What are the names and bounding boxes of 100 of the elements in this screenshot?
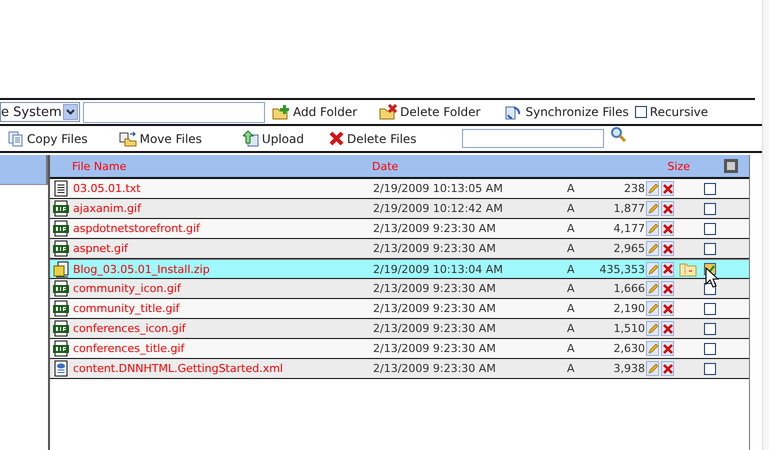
pencil-icon	[648, 343, 658, 354]
delete-icon	[662, 204, 672, 214]
row-checkbox[interactable]	[704, 322, 716, 334]
file-size: 435,353	[598, 262, 645, 276]
row-checkbox[interactable]	[704, 242, 716, 254]
file-action-button[interactable]: Copy Files	[8, 130, 88, 146]
file-size: 1,510	[612, 322, 645, 335]
row-checkbox[interactable]	[704, 362, 716, 374]
delete-icon	[662, 184, 672, 194]
delete-icon	[662, 264, 672, 274]
delete-button[interactable]	[661, 301, 674, 316]
file-attribute: A	[567, 202, 576, 215]
archive-file-icon	[52, 260, 70, 278]
file-date: 2/13/2009 9:23:30 AM	[372, 362, 497, 375]
file-attribute: A	[567, 182, 576, 195]
toolbar-button[interactable]: Synchronize Files	[504, 104, 629, 120]
rename-button[interactable]	[646, 221, 659, 236]
delete-button[interactable]	[661, 221, 674, 236]
toolbar-button[interactable]: Delete Folder	[379, 104, 480, 120]
image-file-icon	[53, 280, 69, 297]
delete-button[interactable]	[661, 201, 674, 216]
file-row[interactable]: community_icon.gif 2/13/2009 9:23:30 AM A 1,666	[50, 279, 749, 299]
delete-icon	[662, 304, 672, 314]
delete-button[interactable]	[661, 181, 674, 196]
rename-button[interactable]	[646, 361, 659, 376]
move-icon	[118, 130, 137, 146]
file-attribute: A	[567, 282, 576, 295]
file-row[interactable]: 03.05.01.txt 2/19/2009 10:13:05 AM A 238	[50, 179, 749, 199]
file-size: 4,177	[612, 222, 645, 235]
delete-button[interactable]	[661, 241, 674, 256]
image-file-icon	[53, 340, 69, 357]
delete-button[interactable]	[661, 262, 674, 276]
file-size: 1,666	[612, 282, 645, 295]
file-size: 2,965	[612, 242, 645, 255]
file-attribute: A	[567, 222, 576, 235]
delete-button[interactable]	[661, 281, 674, 296]
delete-button[interactable]	[661, 341, 674, 356]
xml-file-icon	[54, 360, 68, 377]
image-file-icon	[53, 200, 69, 217]
rename-button[interactable]	[646, 262, 659, 276]
caret-icon	[66, 109, 75, 115]
row-checkbox[interactable]	[704, 342, 716, 354]
row-checkbox[interactable]	[704, 202, 716, 214]
mouse-pointer-icon	[705, 267, 719, 289]
rename-button[interactable]	[646, 181, 659, 196]
file-attribute: A	[567, 262, 576, 276]
recursive-checkbox[interactable]	[634, 106, 647, 118]
file-row[interactable]: aspdotnetstorefront.gif 2/13/2009 9:23:30 AM A 4,177	[50, 219, 749, 239]
image-file-icon	[53, 300, 69, 317]
search-field[interactable]	[462, 129, 604, 148]
file-row[interactable]: conferences_title.gif 2/13/2009 9:23:30 AM A 2,630	[50, 339, 749, 359]
file-size: 2,630	[612, 342, 645, 355]
file-date: 2/13/2009 9:23:30 AM	[372, 342, 497, 355]
file-action-button[interactable]: Delete Files	[328, 131, 417, 146]
rename-button[interactable]	[646, 341, 659, 356]
unzip-icon[interactable]	[679, 262, 697, 276]
file-row[interactable]: conferences_icon.gif 2/13/2009 9:23:30 AM A 1,510	[50, 319, 749, 339]
rename-button[interactable]	[646, 201, 659, 216]
root-folder-select[interactable]: e System	[0, 102, 80, 122]
rename-button[interactable]	[646, 241, 659, 256]
add-folder-icon	[272, 104, 290, 120]
file-date: 2/19/2009 10:13:04 AM	[372, 262, 504, 276]
rename-button[interactable]	[646, 321, 659, 336]
file-name[interactable]: community_title.gif	[72, 302, 372, 315]
file-attribute: A	[567, 362, 576, 375]
pencil-icon	[648, 203, 658, 214]
file-attribute: A	[567, 242, 576, 255]
file-name[interactable]: conferences_title.gif	[72, 342, 372, 355]
file-row[interactable]: community_title.gif 2/13/2009 9:23:30 AM A 2,190	[50, 299, 749, 319]
recursive-label: Recursive	[650, 105, 708, 119]
select-all-icon[interactable]	[724, 159, 738, 173]
file-size: 3,938	[612, 362, 645, 375]
file-action-button[interactable]: Move Files	[118, 130, 202, 146]
file-date: 2/13/2009 9:23:30 AM	[372, 302, 497, 315]
search-icon[interactable]	[610, 126, 627, 143]
file-row[interactable]: content.DNNHTML.GettingStarted.xml 2/13/2009 9:23:30 AM A 3,938	[50, 359, 749, 379]
delete-button[interactable]	[661, 321, 674, 336]
file-name[interactable]: aspdotnetstorefront.gif	[72, 222, 372, 235]
file-row[interactable]: Blog_03.05.01_Install.zip 2/19/2009 10:13:04 AM A 435,353	[50, 259, 749, 279]
row-checkbox[interactable]	[704, 302, 716, 314]
pencil-icon	[648, 363, 658, 374]
file-row[interactable]: aspnet.gif 2/13/2009 9:23:30 AM A 2,965	[50, 239, 749, 259]
pencil-icon	[648, 283, 658, 294]
pencil-icon	[648, 243, 658, 254]
toolbar-button[interactable]: Add Folder	[272, 104, 358, 120]
row-checkbox[interactable]	[704, 182, 716, 194]
image-file-icon	[53, 240, 69, 257]
row-checkbox[interactable]	[704, 222, 716, 234]
folder-input-field[interactable]	[83, 102, 265, 122]
file-size: 2,190	[612, 302, 645, 315]
file-name[interactable]: 03.05.01.txt	[72, 182, 372, 195]
file-row[interactable]: ajaxanim.gif 2/19/2009 10:12:42 AM A 1,877	[50, 199, 749, 219]
delete-button[interactable]	[661, 361, 674, 376]
file-action-button[interactable]: Upload	[242, 130, 304, 147]
image-file-icon	[53, 320, 69, 337]
pencil-icon	[648, 303, 658, 314]
rename-button[interactable]	[646, 301, 659, 316]
delete-icon	[662, 224, 672, 234]
rename-button[interactable]	[646, 281, 659, 296]
file-date: 2/19/2009 10:12:42 AM	[372, 202, 504, 215]
